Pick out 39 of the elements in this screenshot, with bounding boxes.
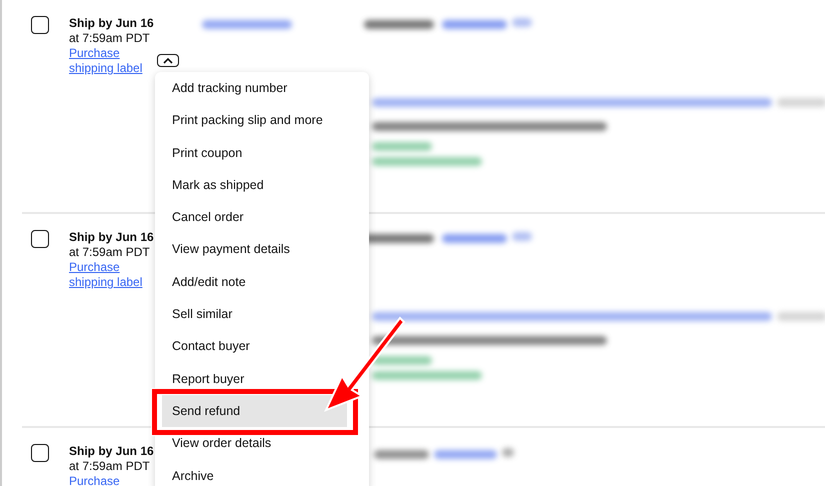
ship-by-time: at 7:59am PDT <box>69 459 151 474</box>
checkbox[interactable] <box>31 444 49 462</box>
blurred-text <box>777 312 825 321</box>
menu-item[interactable]: View payment details <box>155 233 294 266</box>
menu-item[interactable]: Print coupon <box>155 136 246 169</box>
menu-item[interactable]: Report buyer <box>155 362 248 395</box>
collapse-button[interactable] <box>157 54 179 67</box>
blurred-text <box>442 20 507 29</box>
blurred-text <box>512 232 532 241</box>
ship-by-date: Ship by Jun 16 <box>69 230 155 245</box>
menu-item[interactable]: Sell similar <box>155 298 236 330</box>
caret-up-icon <box>163 58 173 64</box>
blurred-text <box>502 448 514 457</box>
menu-item[interactable]: Contact buyer <box>155 330 254 363</box>
blurred-text <box>364 20 434 29</box>
purchase-label-link[interactable]: Purchase shipping label <box>69 46 155 76</box>
blurred-text <box>374 450 429 459</box>
menu-item[interactable]: Add tracking number <box>155 72 292 104</box>
ship-by-time: at 7:59am PDT <box>69 31 151 46</box>
menu-item[interactable]: View order details <box>155 427 276 460</box>
menu-item[interactable]: Archive <box>155 460 218 486</box>
ship-by-time: at 7:59am PDT <box>69 245 151 260</box>
ship-by-date: Ship by Jun 16 <box>69 444 155 459</box>
blurred-text <box>442 234 507 243</box>
menu-item[interactable]: Cancel order <box>155 201 248 234</box>
menu-item[interactable]: Add/edit note <box>155 266 250 298</box>
blurred-text <box>372 142 432 151</box>
blurred-text <box>777 98 825 107</box>
checkbox[interactable] <box>31 16 49 34</box>
ship-by-date: Ship by Jun 16 <box>69 16 155 31</box>
menu-item[interactable]: Mark as shipped <box>155 168 268 202</box>
blurred-text <box>512 18 532 27</box>
purchase-label-link[interactable]: Purchase <box>69 474 155 486</box>
purchase-label-link[interactable]: Purchase shipping label <box>69 260 155 290</box>
menu-item[interactable]: Send refund <box>162 394 347 428</box>
checkbox[interactable] <box>31 230 49 248</box>
blurred-text <box>434 450 497 459</box>
menu-item[interactable]: Print packing slip and more <box>155 104 327 137</box>
blurred-text <box>372 356 432 365</box>
